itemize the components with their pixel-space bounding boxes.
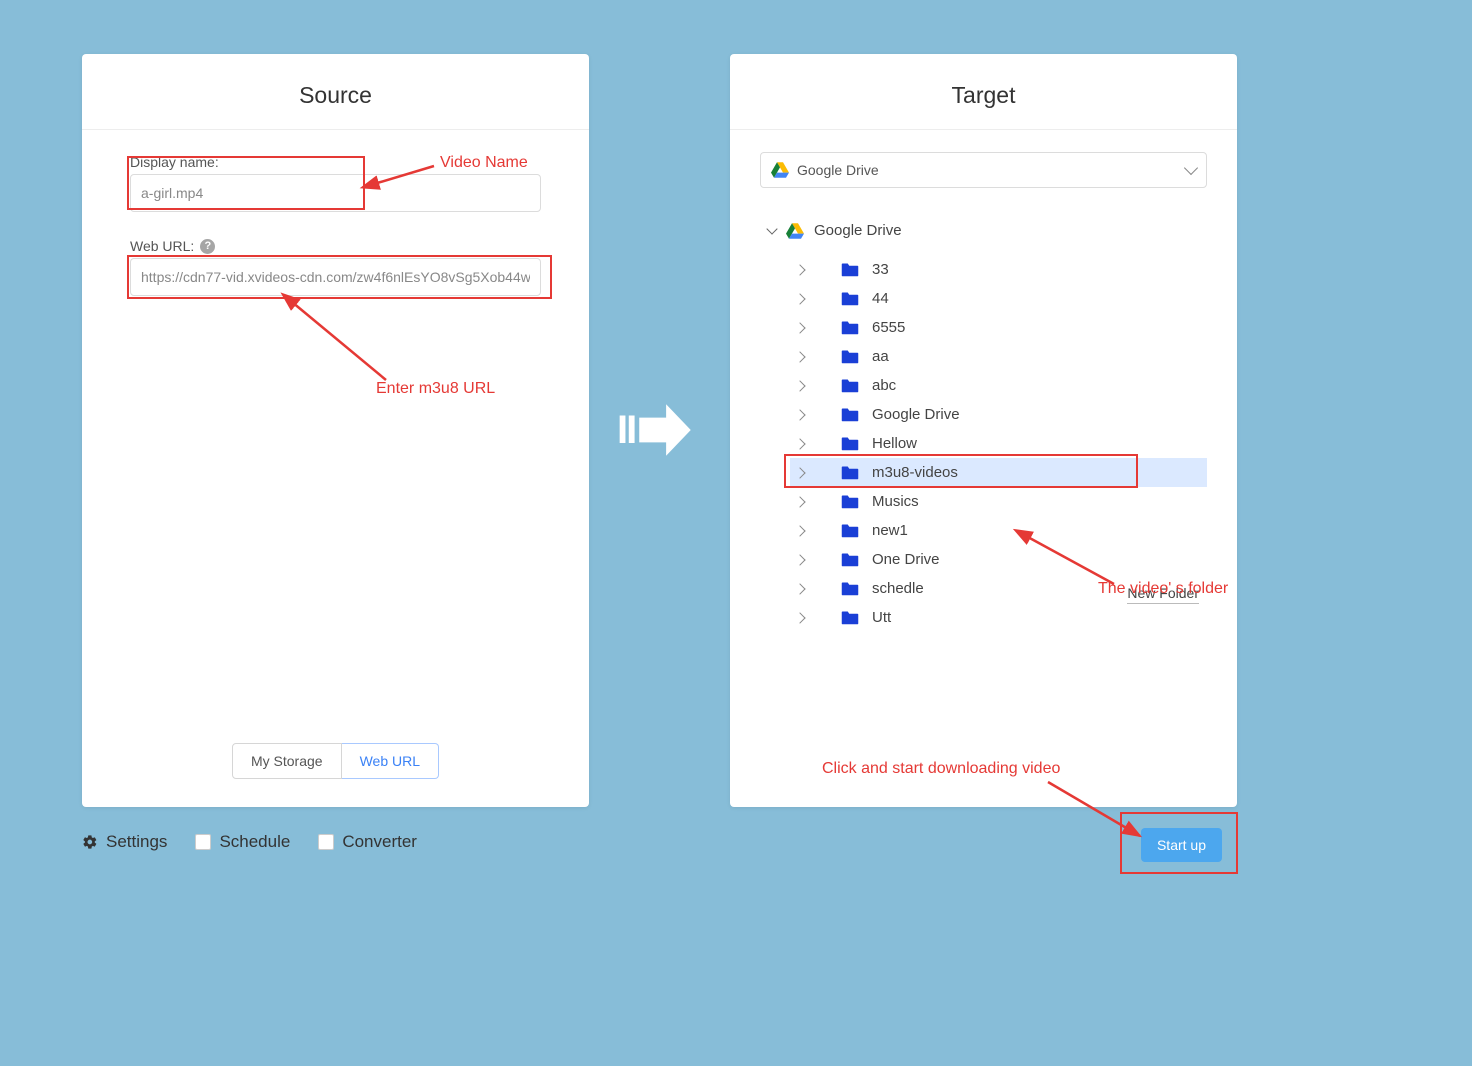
target-drive-dropdown[interactable]: Google Drive xyxy=(760,152,1207,188)
chevron-right-icon xyxy=(794,293,805,304)
converter-label: Converter xyxy=(342,832,417,852)
schedule-toggle[interactable]: Schedule xyxy=(195,832,290,852)
folder-icon xyxy=(840,320,860,335)
settings-button[interactable]: Settings xyxy=(82,832,167,852)
help-icon[interactable]: ? xyxy=(200,239,215,254)
folder-icon xyxy=(840,465,860,480)
tree-item-label: One Drive xyxy=(872,551,940,568)
folder-icon xyxy=(840,407,860,422)
tree-root[interactable]: Google Drive xyxy=(768,218,1207,243)
tree-item[interactable]: 33 xyxy=(790,255,1207,284)
tree-item[interactable]: Google Drive xyxy=(790,400,1207,429)
chevron-right-icon xyxy=(794,438,805,449)
new-folder-link[interactable]: New Folder xyxy=(1127,585,1199,604)
tree-item-label: Utt xyxy=(872,609,891,626)
tree-item-label: aa xyxy=(872,348,889,365)
tree-item[interactable]: 44 xyxy=(790,284,1207,313)
tree-item[interactable]: 6555 xyxy=(790,313,1207,342)
tree-item-label: schedle xyxy=(872,580,924,597)
tab-web-url[interactable]: Web URL xyxy=(342,743,439,779)
target-title: Target xyxy=(730,54,1237,130)
source-title: Source xyxy=(82,54,589,130)
chevron-right-icon xyxy=(794,351,805,362)
tree-item[interactable]: m3u8-videos xyxy=(790,458,1207,487)
folder-icon xyxy=(840,262,860,277)
checkbox-icon xyxy=(318,834,334,850)
settings-label: Settings xyxy=(106,832,167,852)
transfer-arrow-icon: II xyxy=(617,398,707,462)
chevron-down-icon xyxy=(1184,161,1198,175)
chevron-right-icon xyxy=(794,467,805,478)
folder-icon xyxy=(840,349,860,364)
tree-item-label: 44 xyxy=(872,290,889,307)
folder-icon xyxy=(840,581,860,596)
tree-item-label: Google Drive xyxy=(872,406,960,423)
display-name-label: Display name: xyxy=(130,154,541,170)
chevron-right-icon xyxy=(794,322,805,333)
tree-item-label: 33 xyxy=(872,261,889,278)
chevron-down-icon xyxy=(766,223,777,234)
converter-toggle[interactable]: Converter xyxy=(318,832,417,852)
folder-icon xyxy=(840,291,860,306)
web-url-input[interactable] xyxy=(130,258,541,296)
folder-icon xyxy=(840,378,860,393)
chevron-right-icon xyxy=(794,264,805,275)
tree-item-label: new1 xyxy=(872,522,908,539)
tree-item-label: Musics xyxy=(872,493,919,510)
tree-item-label: abc xyxy=(872,377,896,394)
tree-item[interactable]: Utt xyxy=(790,603,1207,632)
chevron-right-icon xyxy=(794,496,805,507)
tree-item[interactable]: new1 xyxy=(790,516,1207,545)
folder-icon xyxy=(840,610,860,625)
chevron-right-icon xyxy=(794,525,805,536)
folder-icon xyxy=(840,523,860,538)
target-panel: Target Google Drive Google Drive 33 44 655… xyxy=(730,54,1237,807)
tree-item[interactable]: One Drive xyxy=(790,545,1207,574)
tree-item[interactable]: Hellow xyxy=(790,429,1207,458)
folder-icon xyxy=(840,494,860,509)
google-drive-icon xyxy=(771,162,789,178)
tree-item-label: 6555 xyxy=(872,319,905,336)
folder-tree: Google Drive 33 44 6555 aa abc Google Drive He… xyxy=(760,218,1207,632)
tree-item[interactable]: aa xyxy=(790,342,1207,371)
start-up-button[interactable]: Start up xyxy=(1141,828,1222,862)
gear-icon xyxy=(82,834,98,850)
schedule-label: Schedule xyxy=(219,832,290,852)
chevron-right-icon xyxy=(794,380,805,391)
chevron-right-icon xyxy=(794,612,805,623)
web-url-label-text: Web URL: xyxy=(130,238,194,254)
tree-item[interactable]: Musics xyxy=(790,487,1207,516)
google-drive-icon xyxy=(786,223,804,239)
source-panel: Source Display name: Web URL: ? My Stora… xyxy=(82,54,589,807)
chevron-right-icon xyxy=(794,583,805,594)
checkbox-icon xyxy=(195,834,211,850)
bottom-bar: Settings Schedule Converter xyxy=(82,832,417,852)
tab-my-storage[interactable]: My Storage xyxy=(232,743,342,779)
chevron-right-icon xyxy=(794,409,805,420)
web-url-label: Web URL: ? xyxy=(130,238,541,254)
tree-item[interactable]: abc xyxy=(790,371,1207,400)
tree-item-label: Hellow xyxy=(872,435,917,452)
annotation-box-folder xyxy=(784,454,1138,488)
source-tabs: My Storage Web URL xyxy=(82,743,589,779)
chevron-right-icon xyxy=(794,554,805,565)
folder-icon xyxy=(840,436,860,451)
folder-icon xyxy=(840,552,860,567)
dropdown-label: Google Drive xyxy=(797,162,879,178)
tree-root-label: Google Drive xyxy=(814,222,902,239)
display-name-input[interactable] xyxy=(130,174,541,212)
tree-item-label: m3u8-videos xyxy=(872,464,958,481)
